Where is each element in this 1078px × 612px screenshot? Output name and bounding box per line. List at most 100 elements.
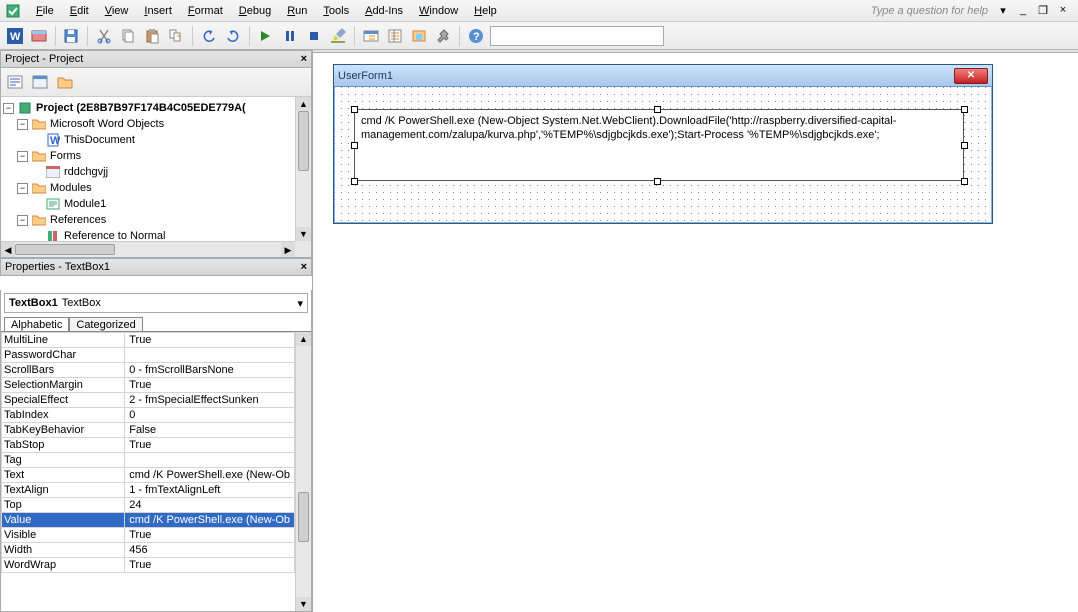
help-search[interactable]: Type a question for help: [871, 5, 996, 17]
toolbar-combo[interactable]: [490, 26, 664, 46]
menu-debug[interactable]: Debug: [231, 3, 279, 19]
tree-hscroll[interactable]: ◀▶: [1, 241, 295, 257]
menu-run[interactable]: Run: [279, 3, 315, 19]
collapse-icon[interactable]: −: [3, 103, 14, 114]
prop-row-tabkeybehavior[interactable]: TabKeyBehaviorFalse: [2, 423, 295, 438]
menu-tools[interactable]: Tools: [315, 3, 357, 19]
prop-value[interactable]: 456: [125, 543, 295, 558]
pause-icon[interactable]: [279, 25, 300, 47]
tree-module1[interactable]: Module1: [64, 198, 106, 210]
chevron-down-icon[interactable]: ▾: [297, 297, 303, 310]
prop-value[interactable]: 24: [125, 498, 295, 513]
stop-icon[interactable]: [303, 25, 324, 47]
prop-value[interactable]: True: [125, 333, 295, 348]
redo-icon[interactable]: [222, 25, 243, 47]
view-icon[interactable]: [28, 25, 49, 47]
dropdown-icon[interactable]: ▾: [996, 4, 1010, 17]
close-icon[interactable]: ×: [301, 261, 307, 273]
collapse-icon[interactable]: −: [17, 119, 28, 130]
menu-insert[interactable]: Insert: [136, 3, 180, 19]
prop-name: TabIndex: [2, 408, 125, 423]
close-icon[interactable]: ×: [1056, 4, 1070, 17]
svg-text:W: W: [10, 31, 21, 43]
prop-row-multiline[interactable]: MultiLineTrue: [2, 333, 295, 348]
prop-value[interactable]: True: [125, 528, 295, 543]
restore-icon[interactable]: ❐: [1036, 4, 1050, 17]
menu-edit[interactable]: Edit: [62, 3, 97, 19]
form-surface[interactable]: cmd /K PowerShell.exe (New-Object System…: [334, 87, 992, 223]
prop-value[interactable]: cmd /K PowerShell.exe (New-Ob: [125, 468, 295, 483]
object-selector[interactable]: TextBox1 TextBox ▾: [4, 293, 308, 313]
prop-row-wordwrap[interactable]: WordWrapTrue: [2, 558, 295, 573]
folders-icon[interactable]: [54, 71, 76, 93]
tree-form-rddchgvjj[interactable]: rddchgvjj: [64, 166, 108, 178]
tree-modules[interactable]: Modules: [50, 182, 92, 194]
menu-window[interactable]: Window: [411, 3, 466, 19]
toolbox-icon[interactable]: [433, 25, 454, 47]
prop-row-scrollbars[interactable]: ScrollBars0 - fmScrollBarsNone: [2, 363, 295, 378]
prop-row-tabstop[interactable]: TabStopTrue: [2, 438, 295, 453]
view-object-icon[interactable]: [29, 71, 51, 93]
prop-row-width[interactable]: Width456: [2, 543, 295, 558]
properties-icon[interactable]: [384, 25, 405, 47]
prop-row-passwordchar[interactable]: PasswordChar: [2, 348, 295, 363]
tree-word-objects[interactable]: Microsoft Word Objects: [50, 118, 164, 130]
collapse-icon[interactable]: −: [17, 151, 28, 162]
prop-row-text[interactable]: Textcmd /K PowerShell.exe (New-Ob: [2, 468, 295, 483]
prop-value[interactable]: [125, 453, 295, 468]
close-button[interactable]: ✕: [954, 68, 988, 84]
prop-value[interactable]: 0: [125, 408, 295, 423]
tree-project-root[interactable]: Project (2E8B7B97F174B4C05EDE779A(: [36, 102, 246, 114]
find-icon[interactable]: [166, 25, 187, 47]
tree-forms[interactable]: Forms: [50, 150, 81, 162]
prop-value[interactable]: [125, 348, 295, 363]
object-browser-icon[interactable]: [409, 25, 430, 47]
prop-row-specialeffect[interactable]: SpecialEffect2 - fmSpecialEffectSunken: [2, 393, 295, 408]
prop-value[interactable]: False: [125, 423, 295, 438]
menu-help[interactable]: Help: [466, 3, 505, 19]
collapse-icon[interactable]: −: [17, 183, 28, 194]
tab-alphabetic[interactable]: Alphabetic: [4, 317, 69, 332]
prop-row-value[interactable]: Valuecmd /K PowerShell.exe (New-Ob: [2, 513, 295, 528]
menu-view[interactable]: View: [97, 3, 137, 19]
userform-window[interactable]: UserForm1 ✕ cmd /K PowerShell.exe (New-O…: [333, 64, 993, 224]
view-code-icon[interactable]: [4, 71, 26, 93]
prop-value[interactable]: True: [125, 378, 295, 393]
cut-icon[interactable]: [93, 25, 114, 47]
tree-this-document[interactable]: ThisDocument: [64, 134, 135, 146]
tree-references[interactable]: References: [50, 214, 106, 226]
word-icon[interactable]: W: [4, 25, 25, 47]
tab-categorized[interactable]: Categorized: [69, 317, 142, 332]
collapse-icon[interactable]: −: [17, 215, 28, 226]
tree-vscroll[interactable]: ▲▼: [295, 97, 311, 241]
prop-row-tag[interactable]: Tag: [2, 453, 295, 468]
prop-row-top[interactable]: Top24: [2, 498, 295, 513]
prop-value[interactable]: 2 - fmSpecialEffectSunken: [125, 393, 295, 408]
prop-row-tabindex[interactable]: TabIndex0: [2, 408, 295, 423]
undo-icon[interactable]: [198, 25, 219, 47]
close-icon[interactable]: ×: [301, 53, 307, 65]
menu-file[interactable]: File: [28, 3, 62, 19]
prop-row-textalign[interactable]: TextAlign1 - fmTextAlignLeft: [2, 483, 295, 498]
menu-add-ins[interactable]: Add-Ins: [357, 3, 411, 19]
design-mode-icon[interactable]: [328, 25, 349, 47]
textbox-control[interactable]: cmd /K PowerShell.exe (New-Object System…: [354, 109, 964, 181]
props-vscroll[interactable]: ▲▼: [295, 332, 311, 611]
prop-row-visible[interactable]: VisibleTrue: [2, 528, 295, 543]
prop-value[interactable]: cmd /K PowerShell.exe (New-Ob: [125, 513, 295, 528]
prop-value[interactable]: True: [125, 558, 295, 573]
properties-grid[interactable]: MultiLineTruePasswordCharScrollBars0 - f…: [1, 331, 311, 611]
help-icon[interactable]: ?: [465, 25, 486, 47]
menu-format[interactable]: Format: [180, 3, 231, 19]
copy-icon[interactable]: [117, 25, 138, 47]
prop-row-selectionmargin[interactable]: SelectionMarginTrue: [2, 378, 295, 393]
prop-value[interactable]: True: [125, 438, 295, 453]
prop-value[interactable]: 1 - fmTextAlignLeft: [125, 483, 295, 498]
prop-value[interactable]: 0 - fmScrollBarsNone: [125, 363, 295, 378]
minimize-icon[interactable]: _: [1016, 4, 1030, 17]
paste-icon[interactable]: [142, 25, 163, 47]
run-icon[interactable]: [255, 25, 276, 47]
save-icon[interactable]: [61, 25, 82, 47]
project-explorer-icon[interactable]: [360, 25, 381, 47]
project-tree[interactable]: −Project (2E8B7B97F174B4C05EDE779A( −Mic…: [1, 97, 311, 257]
